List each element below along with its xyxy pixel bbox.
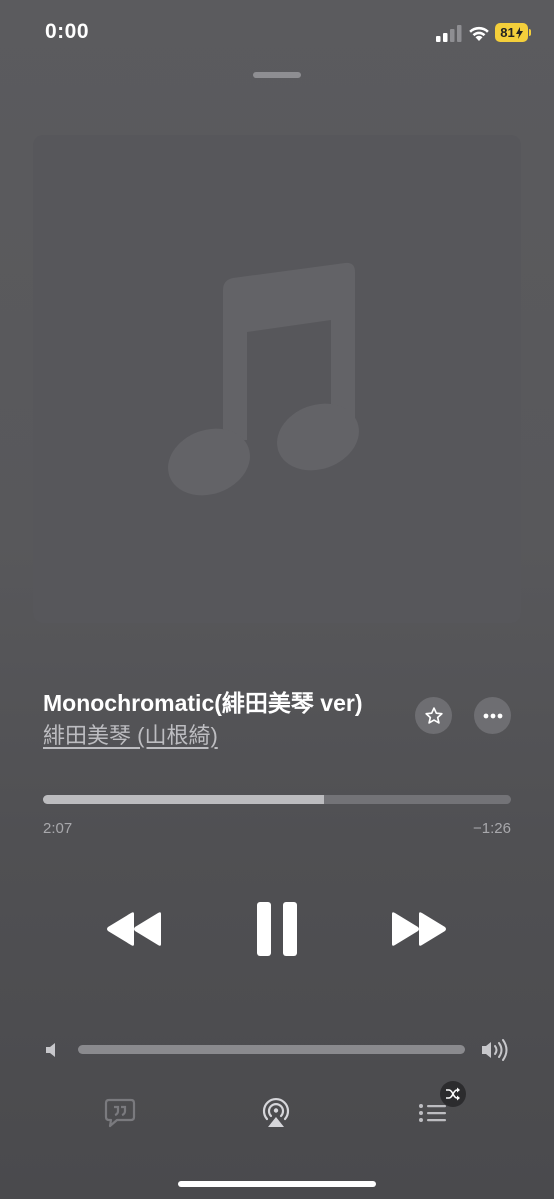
quote-bubble-icon — [104, 1098, 136, 1128]
airplay-icon — [262, 1097, 290, 1127]
forward-button[interactable] — [388, 906, 450, 952]
remaining-time: −1:26 — [473, 820, 511, 837]
star-icon — [424, 706, 443, 724]
forward-icon — [392, 912, 446, 946]
wifi-icon — [469, 26, 489, 41]
playback-progress-fill — [43, 795, 324, 804]
home-indicator[interactable] — [178, 1181, 376, 1187]
rewind-button[interactable] — [103, 906, 165, 952]
backward-icon — [107, 912, 161, 946]
ellipsis-icon — [483, 713, 502, 718]
pause-button[interactable] — [250, 898, 304, 960]
pause-icon — [257, 902, 297, 956]
album-artwork — [33, 135, 521, 623]
status-time: 0:00 — [45, 20, 90, 43]
battery-level: 81 — [500, 25, 515, 40]
music-note-icon — [168, 262, 359, 496]
song-title: Monochromatic(緋田美琴 ver) — [43, 690, 363, 716]
speaker-high-icon — [482, 1039, 508, 1061]
charging-bolt-icon — [515, 26, 523, 39]
more-options-button[interactable] — [474, 697, 511, 734]
favorite-button[interactable] — [415, 697, 452, 734]
artist-link[interactable]: 緋田美琴 (山根綺) — [43, 718, 218, 750]
shuffle-indicator[interactable] — [440, 1081, 466, 1107]
playback-scrubber[interactable] — [43, 795, 511, 804]
sheet-grabber[interactable] — [253, 72, 301, 78]
speaker-low-icon — [46, 1043, 55, 1057]
elapsed-time: 2:07 — [43, 820, 73, 837]
airplay-button[interactable] — [260, 1097, 292, 1129]
shuffle-icon — [446, 1087, 460, 1101]
lyrics-button[interactable] — [104, 1097, 136, 1129]
volume-level-fill — [78, 1045, 465, 1054]
cellular-signal-icon — [436, 25, 462, 42]
battery-indicator: 81 — [495, 23, 531, 42]
volume-slider[interactable] — [78, 1045, 465, 1054]
